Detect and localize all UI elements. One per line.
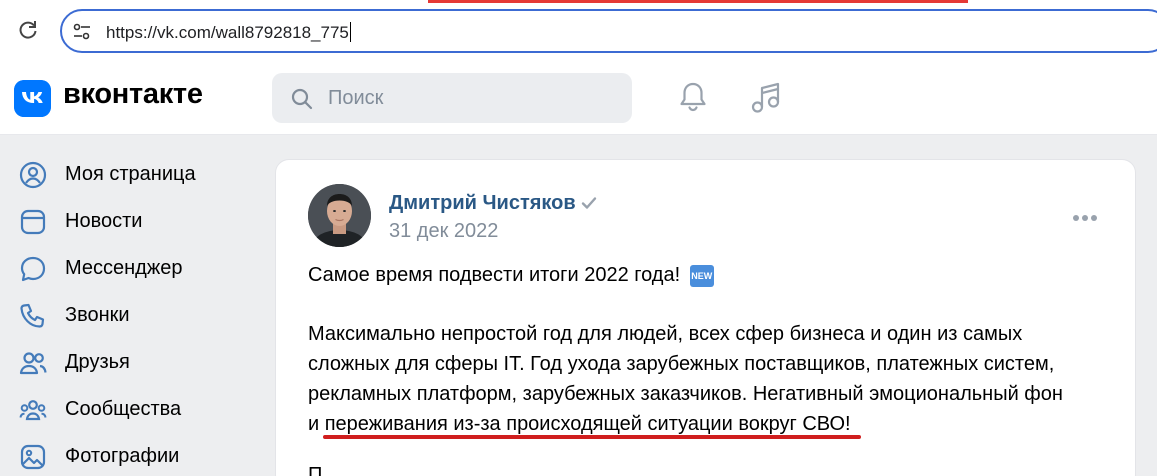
news-icon [20, 209, 46, 235]
sidebar-item-friends[interactable]: Друзья [0, 340, 260, 384]
search-input[interactable] [328, 85, 618, 111]
browser-toolbar: https://vk.com/wall8792818_775 [0, 0, 1157, 60]
reload-icon[interactable] [16, 18, 40, 42]
wall-post: Дмитрий Чистяков 31 дек 2022 Самое время… [275, 159, 1136, 476]
sidebar-item-label: Мессенджер [65, 257, 183, 279]
post-author-link[interactable]: Дмитрий Чистяков [389, 192, 576, 215]
sidebar-item-my-page[interactable]: Моя страница [0, 152, 260, 196]
sidebar-item-label: Звонки [65, 304, 130, 326]
sidebar-item-label: Моя страница [65, 163, 196, 185]
sidebar-item-news[interactable]: Новости [0, 199, 260, 243]
sidebar-item-label: Друзья [65, 351, 130, 373]
more-options-icon[interactable] [1072, 214, 1098, 222]
vk-logo-icon[interactable] [14, 80, 51, 117]
address-bar[interactable]: https://vk.com/wall8792818_775 [60, 9, 1157, 53]
message-icon [20, 256, 46, 282]
sidebar-item-communities[interactable]: Сообщества [0, 387, 260, 431]
site-settings-icon[interactable] [72, 23, 92, 41]
post-body-line: П [308, 464, 323, 476]
friends-icon [19, 352, 47, 375]
red-marker-stroke [428, 0, 968, 3]
user-circle-icon [19, 161, 47, 189]
new-emoji-badge: NEW [689, 265, 714, 287]
vk-header: вконтакте [0, 60, 1157, 135]
phone-icon [20, 303, 45, 328]
post-headline: Самое время подвести итоги 2022 года! NE… [308, 260, 714, 290]
sidebar-item-messenger[interactable]: Мессенджер [0, 246, 260, 290]
post-body-line: Максимально непростой год для людей, все… [308, 323, 1023, 345]
post-date[interactable]: 31 дек 2022 [389, 220, 498, 243]
sidebar-item-label: Фотографии [65, 445, 180, 467]
music-icon[interactable] [748, 80, 784, 116]
communities-icon [19, 400, 47, 421]
search-icon [291, 88, 313, 110]
verified-check-icon [581, 197, 597, 209]
post-body-line: рекламных платформ, зарубежных заказчико… [308, 383, 1063, 405]
post-body-line: сложных для сферы IT. Год ухода зарубежн… [308, 353, 1055, 375]
post-headline-text: Самое время подвести итоги 2022 года! [308, 264, 681, 286]
sidebar-item-calls[interactable]: Звонки [0, 293, 260, 337]
sidebar-item-photos[interactable]: Фотографии [0, 434, 260, 476]
sidebar-item-label: Новости [65, 210, 143, 232]
sidebar-item-label: Сообщества [65, 398, 182, 420]
author-photo [308, 184, 371, 247]
red-highlight-underline [323, 435, 861, 439]
notifications-bell-icon[interactable] [676, 80, 710, 114]
url-text[interactable]: https://vk.com/wall8792818_775 [106, 22, 351, 43]
search-box[interactable] [272, 73, 632, 123]
photo-icon [20, 444, 46, 470]
vk-wordmark[interactable]: вконтакте [63, 78, 203, 111]
author-avatar[interactable] [308, 184, 371, 247]
